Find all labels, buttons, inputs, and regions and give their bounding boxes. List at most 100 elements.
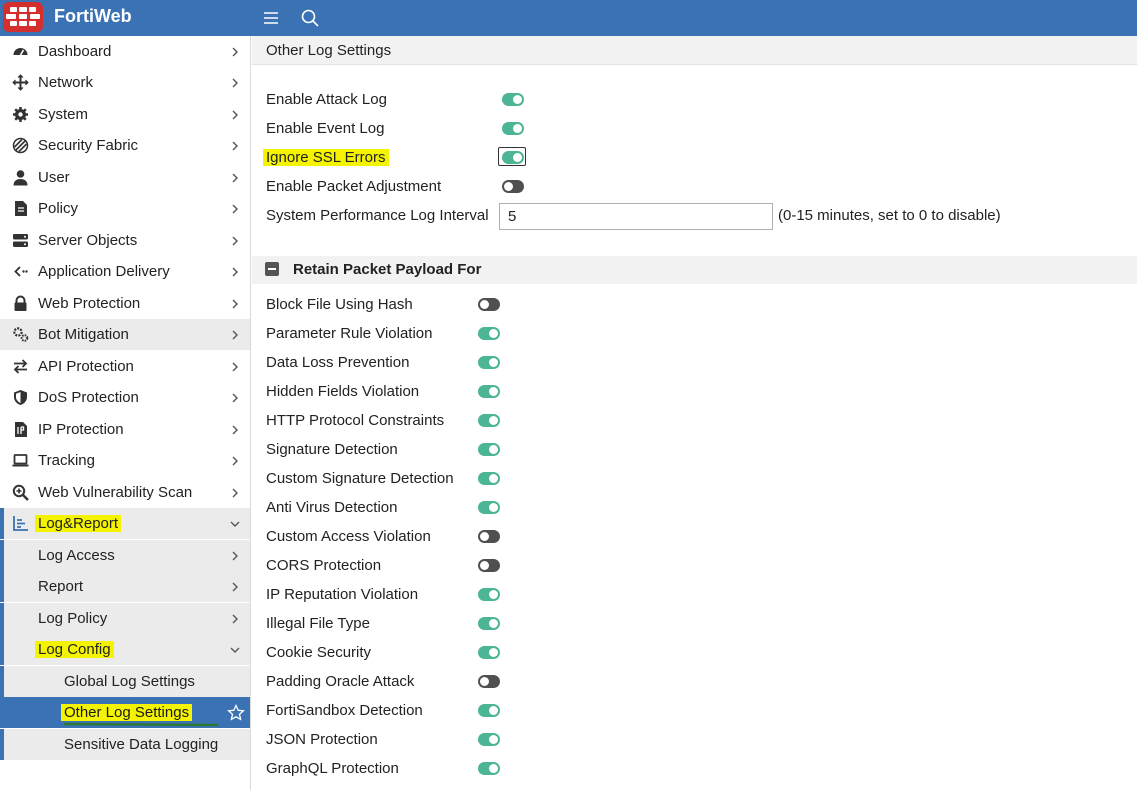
sidebar-item-web-vulnerability-scan[interactable]: Web Vulnerability Scan (0, 477, 250, 508)
sidebar-item-policy[interactable]: Policy (0, 193, 250, 224)
toggle-custom-signature-detection[interactable] (478, 472, 500, 485)
sidebar-item-other-log-settings[interactable]: Other Log Settings (0, 697, 250, 728)
chevron-right-icon (232, 204, 238, 213)
highlight-underline (64, 722, 219, 727)
chart-icon (11, 515, 29, 533)
sidebar-item-security-fabric[interactable]: Security Fabric (0, 130, 250, 161)
magnifier-plus-icon (11, 484, 29, 502)
main-content: Other Log Settings Enable Attack Log Ena… (252, 36, 1137, 790)
sidebar-item-label: DoS Protection (38, 389, 139, 406)
section-header-retain-packet-payload[interactable]: Retain Packet Payload For (252, 256, 1137, 284)
payload-label-anti-virus-detection: Anti Virus Detection (266, 499, 398, 516)
toggle-http-protocol-constraints[interactable] (478, 414, 500, 427)
sidebar-item-ip-protection[interactable]: IP Protection (0, 414, 250, 445)
chevron-right-icon (232, 173, 238, 182)
sidebar-item-log-config[interactable]: Log Config (0, 634, 250, 665)
sidebar-item-log-access[interactable]: Log Access (0, 540, 250, 571)
security-fabric-icon (11, 137, 29, 155)
sidebar-item-application-delivery[interactable]: Application Delivery (0, 256, 250, 287)
chevron-right-icon (232, 393, 238, 402)
arrows-icon (11, 358, 29, 376)
sidebar-item-label: Dashboard (38, 43, 112, 60)
sidebar-item-sensitive-data-logging[interactable]: Sensitive Data Logging (0, 729, 250, 760)
sidebar-item-log-report[interactable]: Log&Report (0, 508, 250, 539)
chevron-right-icon (232, 456, 238, 465)
search-icon[interactable] (299, 7, 321, 29)
toggle-enable-packet-adjustment[interactable] (502, 180, 524, 193)
sidebar-item-label: Log Access (38, 547, 115, 564)
sidebar-item-global-log-settings[interactable]: Global Log Settings (0, 666, 250, 697)
ip-document-icon (11, 421, 29, 439)
sidebar-item-label: Tracking (38, 452, 95, 469)
sidebar-item-user[interactable]: User (0, 162, 250, 193)
chevron-right-icon (232, 425, 238, 434)
toggle-ip-reputation-violation[interactable] (478, 588, 500, 601)
payload-label-signature-detection: Signature Detection (266, 441, 398, 458)
payload-label-cors-protection: CORS Protection (266, 557, 382, 574)
toggle-custom-access-violation[interactable] (478, 530, 500, 543)
policy-icon (11, 200, 29, 218)
toggle-parameter-rule-violation[interactable] (478, 327, 500, 340)
favorite-star-icon[interactable] (227, 704, 245, 722)
toggle-ignore-ssl-errors[interactable] (502, 151, 524, 164)
sidebar-item-label: Web Vulnerability Scan (38, 484, 193, 501)
toggle-cors-protection[interactable] (478, 559, 500, 572)
bot-icon (11, 326, 29, 344)
chevron-right-icon (232, 330, 238, 339)
sidebar-item-label: Bot Mitigation (38, 326, 129, 343)
sidebar-item-dos-protection[interactable]: DoS Protection (0, 382, 250, 413)
brand-name: FortiWeb (54, 6, 132, 26)
toggle-enable-event-log[interactable] (502, 122, 524, 135)
sidebar-item-report[interactable]: Report (0, 571, 250, 602)
payload-label-custom-signature-detection: Custom Signature Detection (266, 470, 454, 487)
toggle-cookie-security[interactable] (478, 646, 500, 659)
sidebar-item-api-protection[interactable]: API Protection (0, 351, 250, 382)
toggle-fortisandbox-detection[interactable] (478, 704, 500, 717)
sidebar-item-label: Log&Report (35, 515, 122, 532)
chevron-down-icon (230, 647, 240, 653)
toggle-hidden-fields-violation[interactable] (478, 385, 500, 398)
setting-label-enable-event-log: Enable Event Log (266, 120, 385, 137)
chevron-right-icon (232, 488, 238, 497)
laptop-icon (11, 452, 29, 470)
chevron-right-icon (232, 141, 238, 150)
collapse-icon[interactable] (265, 262, 279, 276)
menu-toggle-icon[interactable] (260, 7, 282, 29)
toggle-signature-detection[interactable] (478, 443, 500, 456)
payload-label-graphql-protection: GraphQL Protection (266, 760, 399, 777)
sidebar-item-label: Sensitive Data Logging (64, 736, 219, 753)
toggle-graphql-protection[interactable] (478, 762, 500, 775)
payload-label-parameter-rule-violation: Parameter Rule Violation (266, 325, 433, 342)
toggle-block-file-using-hash[interactable] (478, 298, 500, 311)
toggle-illegal-file-type[interactable] (478, 617, 500, 630)
user-icon (11, 169, 29, 187)
network-icon (11, 74, 29, 92)
sidebar-item-label: Network (38, 74, 94, 91)
sidebar-item-server-objects[interactable]: Server Objects (0, 225, 250, 256)
sidebar-item-tracking[interactable]: Tracking (0, 445, 250, 476)
chevron-down-icon (230, 521, 240, 527)
toggle-anti-virus-detection[interactable] (478, 501, 500, 514)
chevron-right-icon (232, 299, 238, 308)
chevron-right-icon (232, 110, 238, 119)
sidebar-item-bot-mitigation[interactable]: Bot Mitigation (0, 319, 250, 350)
sidebar-item-system[interactable]: System (0, 99, 250, 130)
toggle-padding-oracle-attack[interactable] (478, 675, 500, 688)
sidebar-item-dashboard[interactable]: Dashboard (0, 36, 250, 67)
setting-label-performance-log-interval: System Performance Log Interval (266, 207, 489, 224)
chevron-right-icon (232, 267, 238, 276)
chevron-right-icon (232, 362, 238, 371)
application-delivery-icon (11, 263, 29, 281)
toggle-data-loss-prevention[interactable] (478, 356, 500, 369)
toggle-json-protection[interactable] (478, 733, 500, 746)
sidebar-item-network[interactable]: Network (0, 67, 250, 98)
payload-label-json-protection: JSON Protection (266, 731, 378, 748)
sidebar-item-web-protection[interactable]: Web Protection (0, 288, 250, 319)
performance-log-interval-input[interactable] (499, 203, 773, 230)
toggle-enable-attack-log[interactable] (502, 93, 524, 106)
top-bar: FortiWeb (0, 0, 1137, 36)
sidebar-item-log-policy[interactable]: Log Policy (0, 603, 250, 634)
chevron-right-icon (232, 582, 238, 591)
chevron-right-icon (232, 78, 238, 87)
chevron-right-icon (232, 236, 238, 245)
